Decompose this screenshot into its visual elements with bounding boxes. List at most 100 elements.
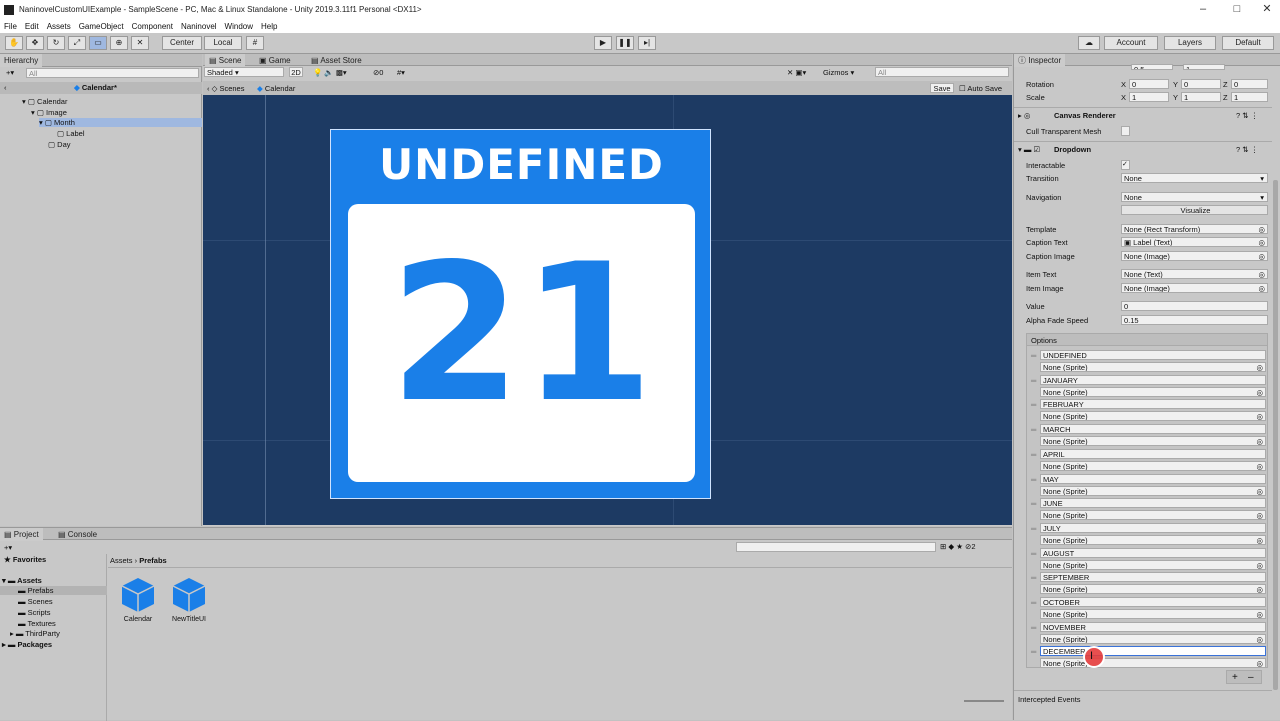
object-picker-icon[interactable]: ◎: [1256, 585, 1263, 593]
drag-handle-icon[interactable]: ═: [1031, 351, 1036, 360]
tab-game[interactable]: ▣ Game: [255, 54, 295, 67]
option-text-field[interactable]: MAY: [1040, 474, 1266, 484]
play-button-icon[interactable]: ▶: [594, 36, 612, 50]
hierarchy-item-image[interactable]: ▾ ▢ Image: [31, 108, 67, 117]
scale-z-field[interactable]: 1: [1231, 92, 1268, 102]
item-image-field[interactable]: None (Image) ◎: [1121, 283, 1268, 293]
layers-dropdown[interactable]: Layers: [1164, 36, 1216, 50]
value-field[interactable]: 0: [1121, 301, 1268, 311]
grid-icon[interactable]: #▾: [397, 68, 405, 77]
visualize-button[interactable]: Visualize: [1121, 205, 1268, 215]
menu-file[interactable]: File: [0, 22, 21, 31]
cloud-icon[interactable]: ☁: [1078, 36, 1100, 50]
menu-help[interactable]: Help: [257, 22, 281, 31]
menu-window[interactable]: Window: [221, 22, 257, 31]
object-picker-icon[interactable]: ◎: [1256, 363, 1263, 371]
scale-tool-icon[interactable]: ⤢: [68, 36, 86, 50]
tools-icon[interactable]: ✕ ▣▾: [787, 68, 806, 77]
option-text-field[interactable]: JULY: [1040, 523, 1266, 533]
folder-thirdparty[interactable]: ▸ ▬ ThirdParty: [10, 629, 60, 638]
scenes-crumb[interactable]: ‹ ◇ Scenes: [207, 84, 244, 93]
rotation-y-field[interactable]: 0: [1181, 79, 1221, 89]
item-text-field[interactable]: None (Text) ◎: [1121, 269, 1268, 279]
tab-project[interactable]: ▤ Project: [0, 528, 43, 541]
drag-handle-icon[interactable]: ═: [1031, 475, 1036, 484]
option-text-field[interactable]: NOVEMBER: [1040, 622, 1266, 632]
scale-y-field[interactable]: 1: [1181, 92, 1221, 102]
option-image-field[interactable]: None (Sprite) ◎: [1040, 609, 1266, 619]
transition-dropdown[interactable]: None ▾: [1121, 173, 1268, 183]
object-picker-icon[interactable]: ◎: [1256, 462, 1263, 470]
canvas-renderer-header[interactable]: ▸ ◎ Canvas Renderer ? ⇅ ⋮: [1014, 107, 1272, 121]
folder-scripts[interactable]: ▬ Scripts: [18, 608, 51, 617]
tab-console[interactable]: ▤ Console: [54, 528, 101, 541]
drag-handle-icon[interactable]: ═: [1031, 549, 1036, 558]
option-text-field[interactable]: MARCH: [1040, 424, 1266, 434]
remove-option-button[interactable]: –: [1248, 672, 1254, 683]
layout-dropdown[interactable]: Default: [1222, 36, 1274, 50]
move-tool-icon[interactable]: ✥: [26, 36, 44, 50]
back-arrow-icon[interactable]: ‹: [4, 83, 7, 92]
object-picker-icon[interactable]: ◎: [1256, 635, 1263, 643]
option-text-field[interactable]: APRIL: [1040, 449, 1266, 459]
option-text-field[interactable]: JANUARY: [1040, 375, 1266, 385]
add-option-button[interactable]: +: [1232, 672, 1238, 683]
prefab-asset-calendar[interactable]: Calendar: [118, 576, 158, 626]
drag-handle-icon[interactable]: ═: [1031, 376, 1036, 385]
drag-handle-icon[interactable]: ═: [1031, 499, 1036, 508]
pivot-local-button[interactable]: Local: [204, 36, 242, 50]
object-picker-icon[interactable]: ◎: [1256, 536, 1263, 544]
option-text-field[interactable]: UNDEFINED: [1040, 350, 1266, 360]
drag-handle-icon[interactable]: ═: [1031, 598, 1036, 607]
transform-tool-icon[interactable]: ⊕: [110, 36, 128, 50]
option-image-field[interactable]: None (Sprite) ◎: [1040, 560, 1266, 570]
object-picker-icon[interactable]: ◎: [1256, 487, 1263, 495]
packages-folder[interactable]: ▸ ▬ Packages: [2, 640, 52, 649]
alpha-fade-field[interactable]: 0.15: [1121, 315, 1268, 325]
drag-handle-icon[interactable]: ═: [1031, 425, 1036, 434]
create-add-icon[interactable]: +▾: [4, 68, 20, 78]
menu-naninovel[interactable]: Naninovel: [177, 22, 221, 31]
account-dropdown[interactable]: Account: [1104, 36, 1158, 50]
menu-assets[interactable]: Assets: [43, 22, 75, 31]
tab-inspector[interactable]: ⓘ Inspector: [1014, 54, 1066, 67]
rotation-x-field[interactable]: 0: [1129, 79, 1169, 89]
folder-prefabs[interactable]: ▬ Prefabs: [0, 586, 107, 595]
caption-text-field[interactable]: ▣ Label (Text) ◎: [1121, 237, 1268, 247]
icon-size-slider[interactable]: [964, 700, 1004, 702]
option-text-field[interactable]: JUNE: [1040, 498, 1266, 508]
hierarchy-search-input[interactable]: All: [26, 68, 199, 78]
drag-handle-icon[interactable]: ═: [1031, 623, 1036, 632]
dropdown-header[interactable]: ▾ ▬ ☑ Dropdown ? ⇅ ⋮: [1014, 141, 1272, 155]
scene-toggles-icon[interactable]: 💡 🔈 ▩▾: [313, 68, 347, 77]
option-image-field[interactable]: None (Sprite) ◎: [1040, 411, 1266, 421]
object-picker-icon[interactable]: ◎: [1256, 659, 1263, 667]
navigation-dropdown[interactable]: None ▾: [1121, 192, 1268, 202]
component-menu-icon[interactable]: ? ⇅ ⋮: [1236, 145, 1258, 154]
option-image-field[interactable]: None (Sprite) ◎: [1040, 461, 1266, 471]
drag-handle-icon[interactable]: ═: [1031, 524, 1036, 533]
month-label[interactable]: UNDEFINED: [331, 140, 712, 189]
assets-folder[interactable]: ▾ ▬ Assets: [2, 576, 42, 585]
tab-asset-store[interactable]: ▤ Asset Store: [307, 54, 366, 67]
hierarchy-item-label[interactable]: ▢ Label: [57, 129, 85, 138]
project-search-input[interactable]: [736, 542, 936, 552]
menu-gameobject[interactable]: GameObject: [75, 22, 128, 31]
prefab-asset-newtitleui[interactable]: NewTitleUI: [168, 576, 210, 626]
prefab-crumb[interactable]: ◆ Calendar: [257, 84, 295, 93]
option-text-field[interactable]: DECEMBER: [1040, 646, 1266, 656]
object-picker-icon[interactable]: ◎: [1256, 610, 1263, 618]
menu-component[interactable]: Component: [128, 22, 177, 31]
drag-handle-icon[interactable]: ═: [1031, 573, 1036, 582]
component-menu-icon[interactable]: ? ⇅ ⋮: [1236, 111, 1258, 120]
scene-canvas[interactable]: UNDEFINED 21: [203, 95, 1012, 525]
gizmos-dropdown[interactable]: Gizmos ▾: [823, 68, 854, 77]
option-image-field[interactable]: None (Sprite) ◎: [1040, 387, 1266, 397]
option-text-field[interactable]: OCTOBER: [1040, 597, 1266, 607]
hidden-objects-icon[interactable]: ⊘0: [373, 68, 383, 77]
close-button[interactable]: ✕: [1250, 0, 1280, 19]
autosave-toggle[interactable]: ☐ Auto Save: [959, 84, 1002, 93]
drag-handle-icon[interactable]: ═: [1031, 647, 1036, 656]
tab-scene[interactable]: ▤ Scene: [205, 54, 246, 67]
template-field[interactable]: None (Rect Transform) ◎: [1121, 224, 1268, 234]
